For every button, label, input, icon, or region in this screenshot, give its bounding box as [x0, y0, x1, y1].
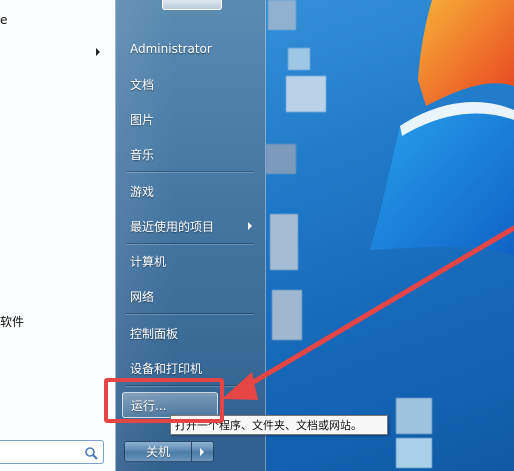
shutdown-options-button[interactable]	[192, 441, 214, 462]
program-label: e	[0, 13, 8, 27]
chevron-right-icon	[200, 448, 204, 456]
program-item[interactable]: 软件	[0, 311, 116, 331]
desktop-icon-blurred[interactable]	[286, 76, 326, 112]
start-menu-programs-pane: e 软件	[0, 0, 116, 471]
shutdown-label: 关机	[145, 445, 170, 459]
desktop-icon-blurred[interactable]	[396, 398, 432, 434]
menu-item-documents[interactable]: 文档	[124, 73, 258, 95]
menu-item-label: 音乐	[130, 147, 155, 162]
menu-item-control-panel[interactable]: 控制面板	[124, 322, 258, 344]
desktop-icon-blurred[interactable]	[268, 0, 296, 30]
menu-item-music[interactable]: 音乐	[124, 143, 258, 165]
menu-item-network[interactable]: 网络	[124, 285, 258, 307]
annotation-highlight-box	[104, 378, 224, 423]
shutdown-button[interactable]: 关机	[124, 441, 192, 462]
search-input[interactable]	[2, 443, 80, 461]
user-picture[interactable]	[162, 0, 222, 10]
menu-item-computer[interactable]: 计算机	[124, 250, 258, 272]
menu-separator	[126, 313, 254, 315]
search-box[interactable]	[0, 440, 104, 464]
menu-item-label: 控制面板	[130, 326, 179, 341]
program-item[interactable]: e	[0, 10, 116, 30]
menu-item-label: 计算机	[130, 254, 167, 269]
menu-item-label: 设备和打印机	[130, 361, 203, 376]
menu-separator	[126, 171, 254, 173]
menu-item-label: 游戏	[130, 184, 155, 199]
menu-item-label: 图片	[130, 112, 155, 127]
menu-item-devices-printers[interactable]: 设备和打印机	[124, 357, 258, 379]
search-icon[interactable]	[84, 446, 98, 460]
desktop-icon-blurred[interactable]	[272, 290, 302, 340]
chevron-right-icon[interactable]	[96, 48, 100, 56]
menu-item-label: 文档	[130, 77, 155, 92]
chevron-right-icon	[248, 222, 252, 230]
menu-item-label: Administrator	[130, 42, 212, 56]
menu-item-recent-items[interactable]: 最近使用的项目	[124, 215, 258, 237]
desktop-icon-blurred[interactable]	[266, 144, 296, 174]
menu-item-games[interactable]: 游戏	[124, 180, 258, 202]
menu-item-label: 最近使用的项目	[130, 219, 215, 234]
menu-item-label: 网络	[130, 289, 155, 304]
shutdown-group: 关机	[124, 441, 214, 462]
menu-separator	[126, 243, 254, 245]
windows-logo	[370, 0, 514, 256]
menu-item-administrator[interactable]: Administrator	[124, 38, 258, 60]
desktop-icon-blurred[interactable]	[396, 438, 432, 468]
desktop-icon-blurred[interactable]	[270, 214, 298, 270]
program-label: 软件	[0, 314, 25, 329]
desktop-icon-blurred[interactable]	[288, 48, 310, 70]
menu-item-pictures[interactable]: 图片	[124, 108, 258, 130]
